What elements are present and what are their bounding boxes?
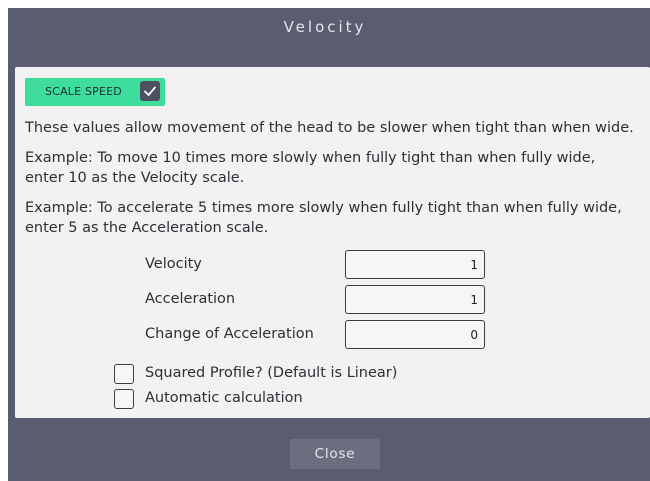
automatic-calculation-checkbox[interactable] xyxy=(114,389,134,409)
acceleration-input[interactable] xyxy=(345,285,485,314)
scale-speed-toggle[interactable]: SCALE SPEED xyxy=(25,78,165,106)
automatic-calculation-label: Automatic calculation xyxy=(145,390,303,406)
velocity-input[interactable] xyxy=(345,250,485,279)
velocity-label: Velocity xyxy=(145,256,202,272)
check-icon xyxy=(140,81,160,101)
scale-speed-label: SCALE SPEED xyxy=(45,85,122,98)
change-of-acceleration-label: Change of Acceleration xyxy=(145,326,314,342)
change-of-acceleration-input[interactable] xyxy=(345,320,485,349)
squared-profile-checkbox[interactable] xyxy=(114,364,134,384)
velocity-example-text: Example: To move 10 times more slowly wh… xyxy=(25,150,596,186)
close-button[interactable]: Close xyxy=(290,439,380,469)
squared-profile-label: Squared Profile? (Default is Linear) xyxy=(145,365,398,381)
acceleration-label: Acceleration xyxy=(145,291,236,307)
description-text: These values allow movement of the head … xyxy=(25,120,634,136)
dialog-title: Velocity xyxy=(283,18,367,36)
acceleration-example-text: Example: To accelerate 5 times more slow… xyxy=(25,200,622,236)
